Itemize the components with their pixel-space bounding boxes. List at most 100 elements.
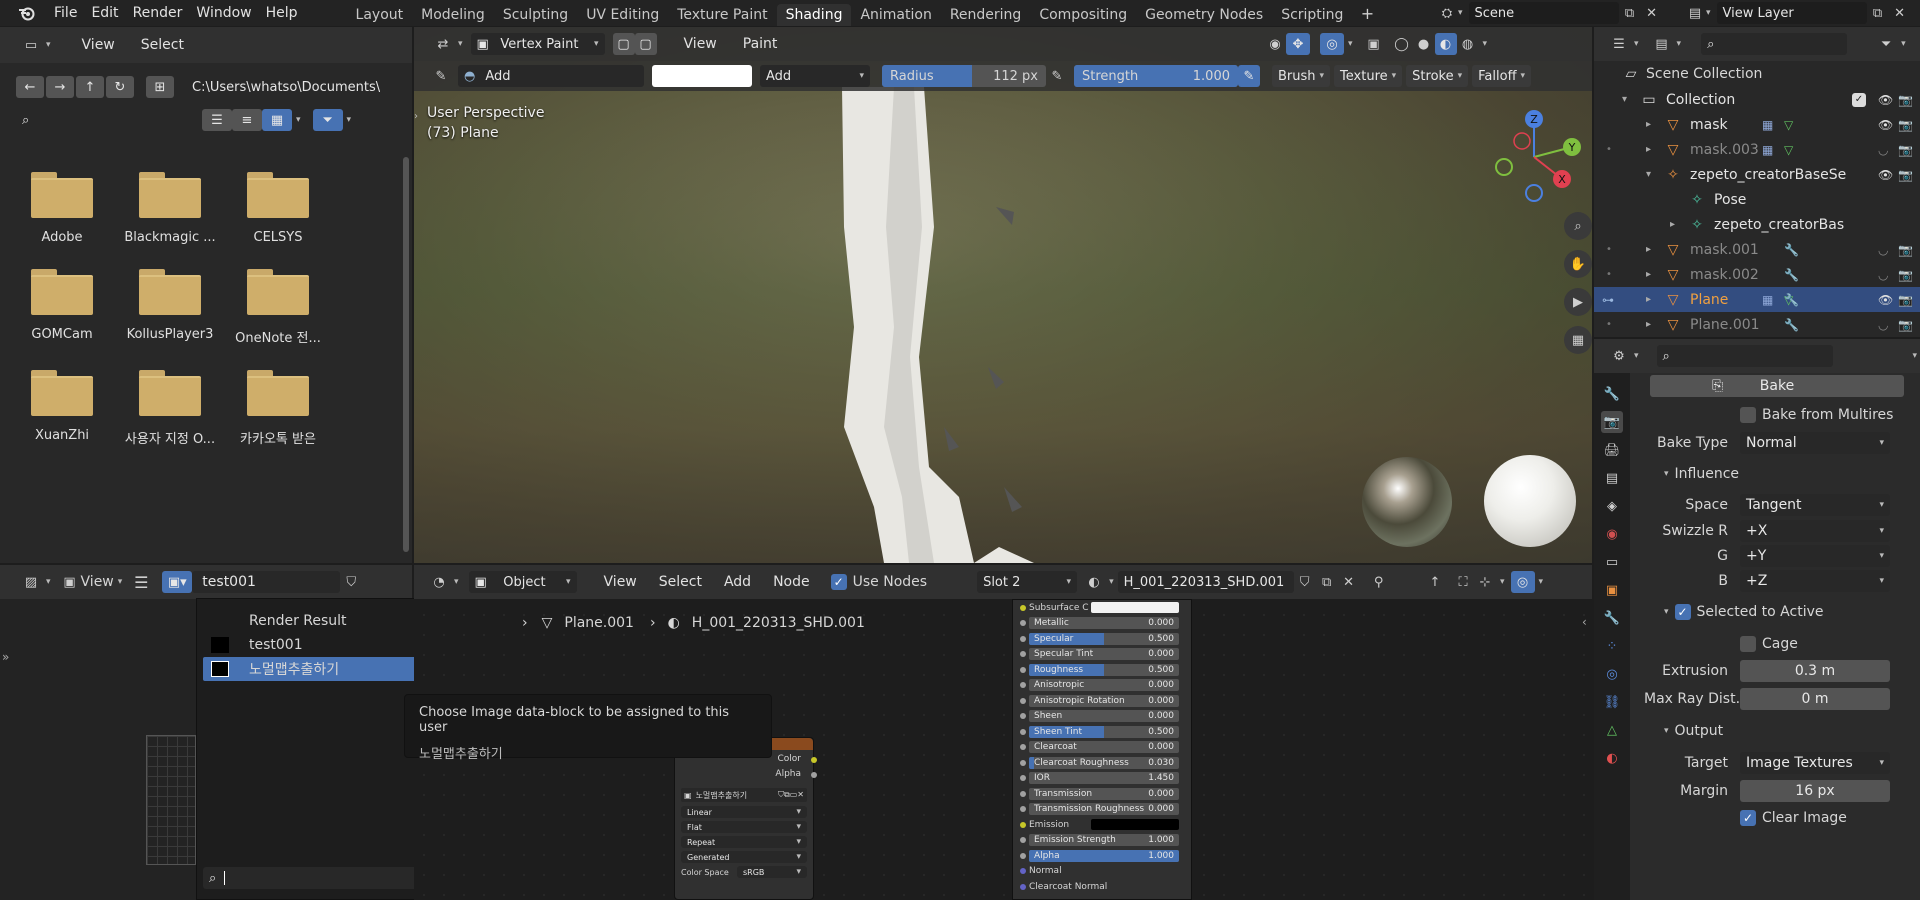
modifier-tab-icon[interactable]: 🔧 — [1601, 607, 1623, 629]
list-horizontal-icon[interactable]: ≡ — [232, 109, 262, 131]
bsdf-input-clearcoat-roughness[interactable]: Clearcoat Roughness 0.030 — [1020, 755, 1191, 771]
folder-item[interactable]: OneNote 전... — [228, 269, 328, 346]
menu-node[interactable]: Node — [766, 574, 817, 590]
new-folder-icon[interactable]: ⊞ — [146, 76, 174, 98]
expand-icon[interactable]: ▸ — [1646, 119, 1651, 130]
chevron-down-icon[interactable]: ▾ — [1634, 351, 1639, 361]
duplicate-scene-icon[interactable]: ⧉ — [1619, 2, 1641, 24]
visibility-icon[interactable]: 👁 — [1878, 168, 1893, 182]
bsdf-input-transmission-roughness[interactable]: Transmission Roughness 0.000 — [1020, 802, 1191, 818]
tab-layout[interactable]: Layout — [347, 4, 413, 26]
source-dropdown[interactable]: Generated ▾ — [681, 851, 807, 863]
outliner-item-plane[interactable]: ⊶ ▸ ▽ Plane ▦ ▽ 🔧 👁 📷 — [1594, 287, 1920, 312]
chevron-down-icon[interactable]: ▾ — [118, 577, 123, 587]
overlays-icon[interactable]: ◎ — [1510, 571, 1535, 593]
outliner-item-collection[interactable]: ▾ ▭ Collection 👁 📷 ✓ — [1594, 87, 1920, 112]
scene-field[interactable]: Scene — [1468, 2, 1619, 24]
margin-field[interactable]: 16 px — [1740, 779, 1890, 802]
value-field[interactable]: IOR 1.450 — [1029, 772, 1179, 785]
properties-search-input[interactable]: ⌕ — [1656, 345, 1833, 367]
alpha-output-socket[interactable] — [811, 772, 817, 778]
collection-exclude-checkbox[interactable]: ✓ — [1852, 92, 1866, 107]
expand-icon[interactable]: ▸ — [1646, 244, 1651, 255]
selected-to-active-section[interactable]: ▾ ✓ Selected to Active — [1644, 593, 1920, 631]
fake-user-icon[interactable]: ⛉ — [340, 571, 362, 593]
chevron-down-icon[interactable]: ▾ — [1706, 8, 1711, 18]
color-swatch[interactable] — [1091, 602, 1179, 614]
slot-dropdown[interactable]: Slot 2 ▾ — [977, 571, 1078, 593]
path-field[interactable]: C:\Users\whatso\Documents\ — [186, 74, 386, 100]
menu-brush[interactable]: Brush ▾ — [1272, 65, 1331, 87]
render-visibility-icon[interactable]: 📷 — [1898, 118, 1913, 132]
visibility-icon[interactable]: 👁 — [1878, 293, 1893, 307]
view-layer-icon[interactable]: ▤ — [1684, 2, 1706, 24]
render-visibility-icon[interactable]: 📷 — [1898, 318, 1913, 332]
node-editor-type-icon[interactable]: ◔ — [428, 571, 450, 593]
forward-icon[interactable]: → — [46, 76, 74, 98]
overlays-icon[interactable]: ◎ — [1320, 33, 1344, 55]
output-tab-icon[interactable]: 🖨 — [1601, 439, 1623, 461]
view-layer-tab-icon[interactable]: ▤ — [1601, 467, 1623, 489]
zoom-icon[interactable]: ⌕ — [1564, 212, 1592, 240]
chevron-down-icon[interactable]: ▾ — [458, 39, 463, 49]
space-dropdown[interactable]: Tangent ▾ — [1740, 494, 1890, 516]
filter-icon[interactable]: ⏷ — [312, 109, 343, 131]
menu-select[interactable]: Select — [134, 37, 191, 53]
max-ray-field[interactable]: 0 m — [1740, 688, 1890, 710]
bsdf-input-specular-tint[interactable]: Specular Tint 0.000 — [1020, 647, 1191, 663]
chevron-down-icon[interactable]: ▾ — [1483, 39, 1488, 49]
menu-help[interactable]: Help — [259, 5, 305, 21]
parent-dir-icon[interactable]: ↑ — [76, 76, 104, 98]
image-view-icon[interactable]: ▣ — [59, 571, 81, 593]
color-output-socket[interactable] — [811, 757, 817, 763]
material-shading-icon[interactable]: ◐ — [1434, 33, 1457, 55]
chevron-down-icon[interactable]: ▾ — [1458, 8, 1463, 18]
constraints-tab-icon[interactable]: ⛓ — [1601, 691, 1623, 713]
value-field[interactable]: Sheen 0.000 — [1029, 710, 1179, 723]
influence-section[interactable]: ▾ Influence — [1644, 456, 1920, 492]
expand-icon[interactable]: ▸ — [1646, 269, 1651, 280]
menu-file[interactable]: File — [47, 5, 84, 21]
display-mode-icon[interactable]: ▤ — [1651, 33, 1673, 55]
expand-icon[interactable]: ▸ — [1670, 219, 1675, 230]
menu-edit[interactable]: Edit — [84, 5, 125, 21]
value-field[interactable]: Emission Strength 1.000 — [1029, 834, 1179, 847]
expand-icon[interactable]: ▾ — [1622, 94, 1627, 105]
visibility-icon[interactable]: ◡ — [1878, 143, 1888, 157]
image-name-field[interactable]: test001 — [192, 571, 341, 593]
outliner-editor-icon[interactable]: ☰ — [1608, 33, 1630, 55]
bsdf-input-alpha[interactable]: Alpha 1.000 — [1020, 848, 1191, 864]
viewport-3d[interactable]: ⇄ ▾ ▣ Vertex Paint ▾ ▢ ▢ View Paint ◉ ✥ ◎ ▾… — [414, 27, 1592, 563]
image-node-tools-icon[interactable]: ⛉⧉▭✕ — [778, 790, 804, 800]
folder-item[interactable]: KollusPlayer3 — [120, 269, 220, 346]
chevron-down-icon[interactable]: ▾ — [46, 577, 51, 587]
input-socket[interactable] — [1020, 744, 1026, 751]
principled-bsdf-node[interactable]: Subsurface C... Metallic 0.000 Specular 0.50… — [1012, 599, 1192, 900]
input-socket[interactable] — [1020, 821, 1026, 828]
visibility-icon[interactable]: 👁 — [1878, 93, 1893, 107]
rendered-shading-icon[interactable]: ◍ — [1457, 33, 1479, 55]
input-socket[interactable] — [1020, 620, 1026, 627]
snapping-icon[interactable]: ⊹ — [1474, 571, 1496, 593]
wireframe-shading-icon[interactable]: ◯ — [1391, 33, 1413, 55]
data-tab-icon[interactable]: △ — [1601, 719, 1623, 741]
particles-tab-icon[interactable]: ⁘ — [1601, 635, 1623, 657]
bsdf-input-specular[interactable]: Specular 0.500 — [1020, 631, 1191, 647]
value-field[interactable]: Metallic 0.000 — [1029, 617, 1179, 630]
value-field[interactable]: Transmission 0.000 — [1029, 787, 1179, 800]
tab-sculpting[interactable]: Sculpting — [494, 4, 577, 26]
sidebar-expand-icon[interactable]: » — [2, 650, 9, 664]
outliner-search-input[interactable]: ⌕ — [1701, 33, 1848, 55]
folder-item[interactable]: Adobe — [12, 172, 112, 245]
input-socket[interactable] — [1020, 883, 1026, 890]
tab-animation[interactable]: Animation — [851, 4, 940, 26]
value-field[interactable]: Alpha 1.000 — [1029, 849, 1179, 862]
folder-item[interactable]: XuanZhi — [12, 370, 112, 447]
bsdf-input-anisotropic[interactable]: Anisotropic 0.000 — [1020, 678, 1191, 694]
gizmo-toggle-icon[interactable]: ✥ — [1286, 33, 1310, 55]
cage-checkbox[interactable] — [1740, 635, 1756, 652]
bsdf-input-emission[interactable]: Emission — [1020, 817, 1191, 833]
value-field[interactable]: Anisotropic Rotation 0.000 — [1029, 694, 1179, 707]
chevron-down-icon[interactable]: ▾ — [1677, 39, 1682, 49]
image-view-menu[interactable]: View — [81, 574, 114, 590]
